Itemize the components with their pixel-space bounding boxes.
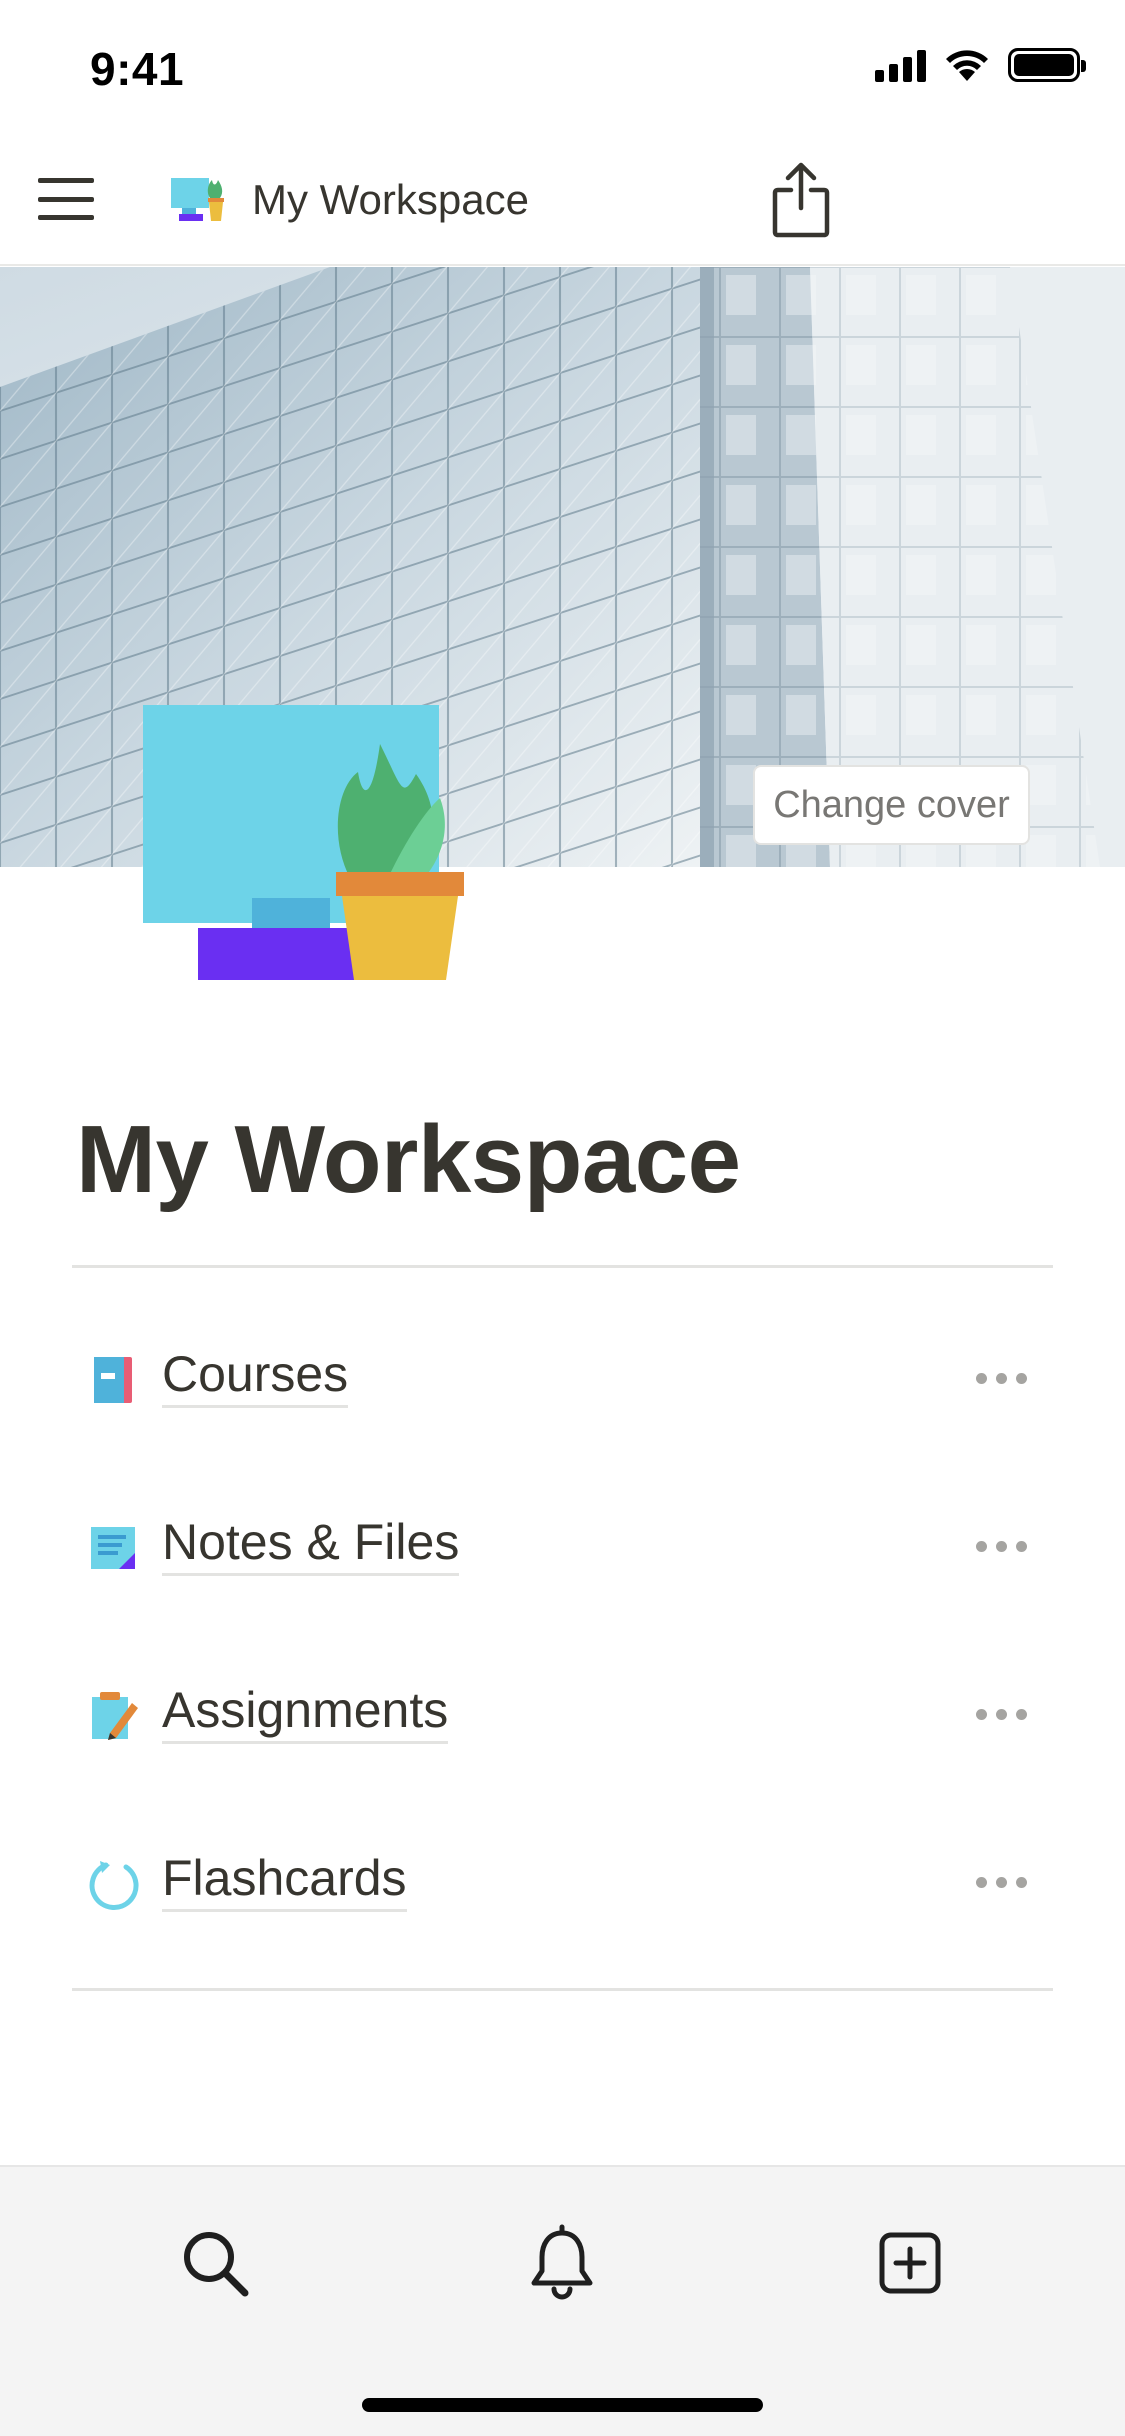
home-indicator[interactable] — [362, 2398, 763, 2412]
page-title[interactable]: My Workspace — [76, 1105, 741, 1215]
status-time: 9:41 — [90, 43, 185, 95]
subpage-list: Courses Notes & Files Assignments Flashc… — [0, 1295, 1125, 1967]
more-options-icon[interactable] — [976, 1373, 1027, 1384]
bottom-tab-bar — [0, 2165, 1125, 2436]
note-icon — [91, 1527, 135, 1569]
list-item-assignments[interactable]: Assignments — [0, 1631, 1125, 1799]
workspace-icon — [171, 178, 224, 221]
list-item-label: Courses — [162, 1345, 349, 1408]
wifi-icon — [946, 50, 988, 81]
status-bar: 9:41 — [0, 0, 1125, 132]
bottom-divider — [72, 1988, 1053, 1991]
more-options-icon[interactable] — [976, 1541, 1027, 1552]
list-item-notes-files[interactable]: Notes & Files — [0, 1463, 1125, 1631]
nav-title[interactable]: My Workspace — [252, 176, 529, 224]
change-cover-button[interactable]: Change cover — [753, 765, 1030, 845]
list-item-flashcards[interactable]: Flashcards — [0, 1799, 1125, 1967]
more-options-icon[interactable] — [976, 1709, 1027, 1720]
more-options-icon[interactable] — [976, 1877, 1027, 1888]
list-item-label: Notes & Files — [162, 1513, 460, 1576]
refresh-circle-icon — [89, 1861, 139, 1910]
search-icon[interactable] — [175, 2223, 255, 2303]
add-page-icon[interactable] — [870, 2223, 950, 2303]
top-nav: My Workspace — [0, 132, 1125, 266]
list-item-label: Flashcards — [162, 1849, 407, 1912]
cellular-signal-icon — [875, 48, 926, 82]
hamburger-menu-icon[interactable] — [38, 174, 94, 224]
top-divider — [72, 1265, 1053, 1268]
bell-icon[interactable] — [522, 2223, 602, 2303]
computer-plant-icon — [143, 705, 464, 980]
status-icons — [875, 48, 1086, 82]
battery-icon — [1008, 48, 1086, 82]
clipboard-pencil-icon — [92, 1692, 138, 1740]
list-item-label: Assignments — [162, 1681, 449, 1744]
book-icon — [94, 1357, 132, 1403]
share-icon[interactable] — [770, 160, 832, 240]
list-item-courses[interactable]: Courses — [0, 1295, 1125, 1463]
